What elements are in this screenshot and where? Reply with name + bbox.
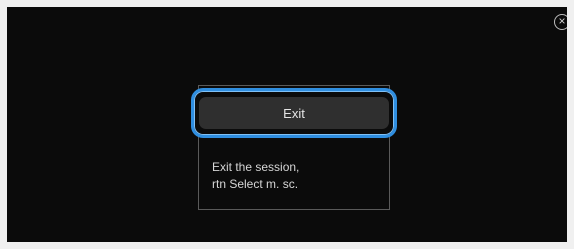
exit-description: Exit the session, rtn Select m. sc. (212, 159, 382, 193)
close-circle-icon[interactable]: × (554, 14, 567, 30)
description-line-2: rtn Select m. sc. (212, 177, 299, 191)
session-screen: × Exit Exit the session, rtn Select m. s… (7, 7, 567, 242)
exit-button-label: Exit (199, 97, 389, 129)
description-line-1: Exit the session, (212, 160, 300, 174)
exit-button[interactable]: Exit (191, 88, 397, 138)
